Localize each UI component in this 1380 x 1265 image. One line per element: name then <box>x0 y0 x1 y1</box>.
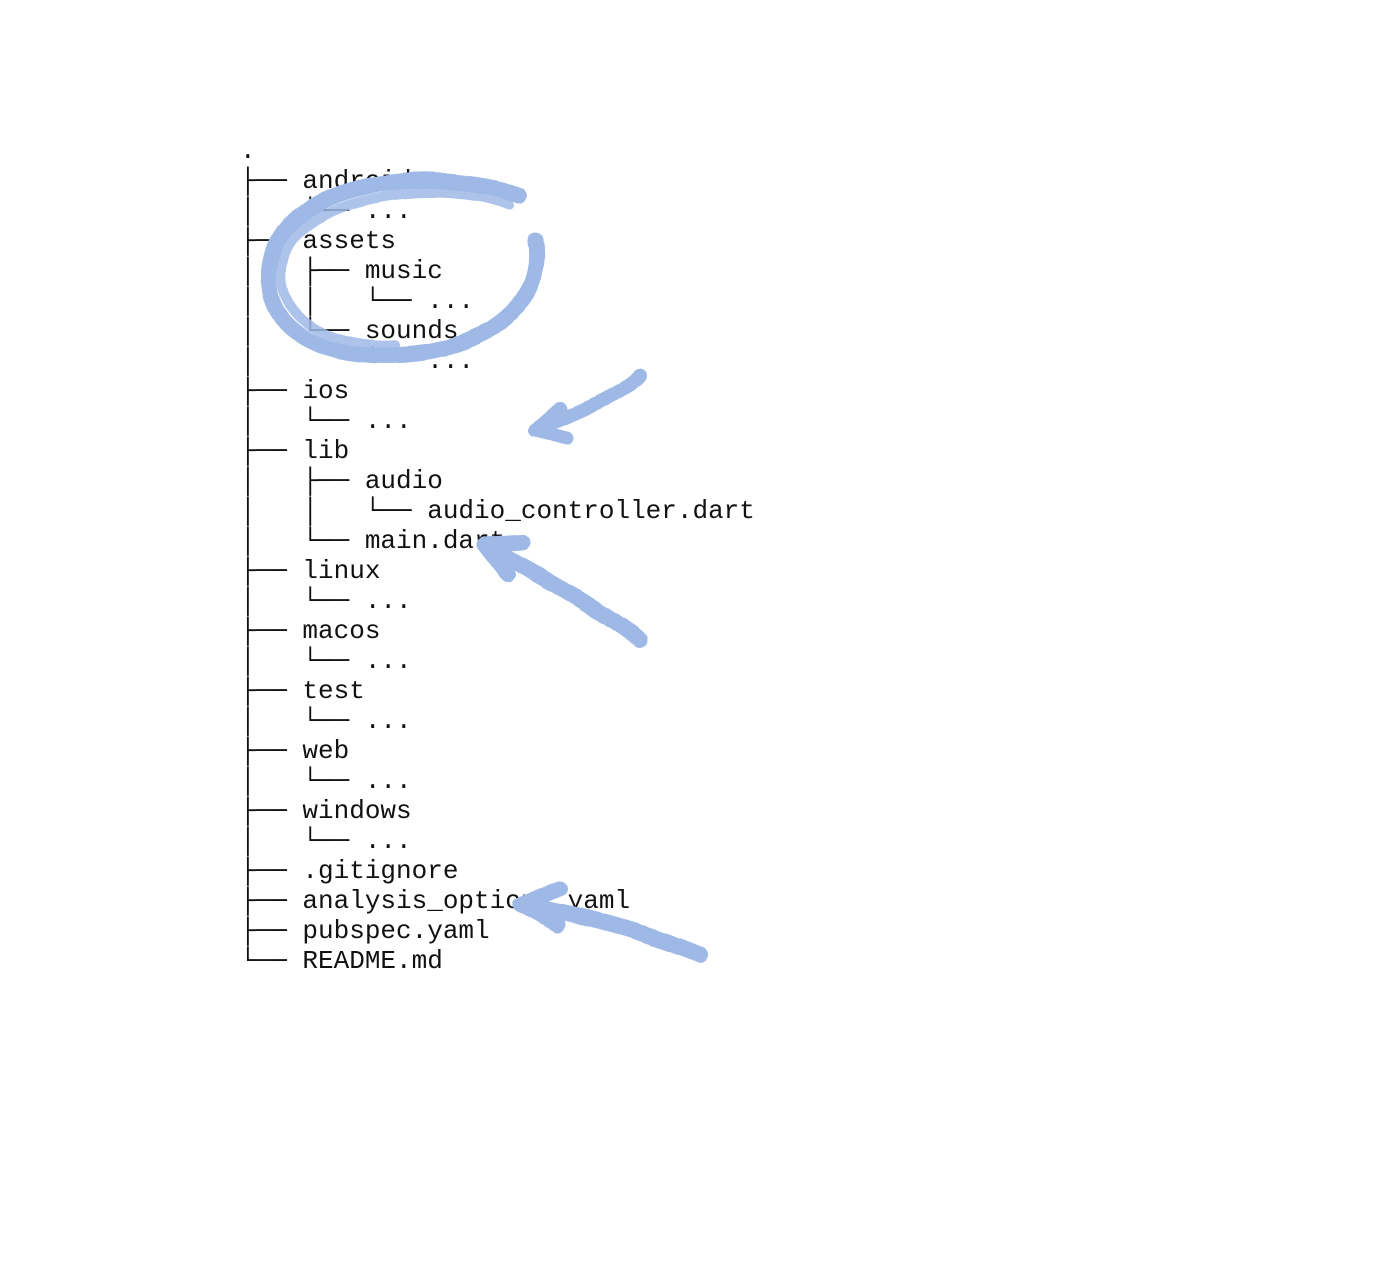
file-tree: . ├── android │ └── ... ├── assets │ ├──… <box>240 136 755 976</box>
diagram-canvas: . ├── android │ └── ... ├── assets │ ├──… <box>0 0 1380 1265</box>
